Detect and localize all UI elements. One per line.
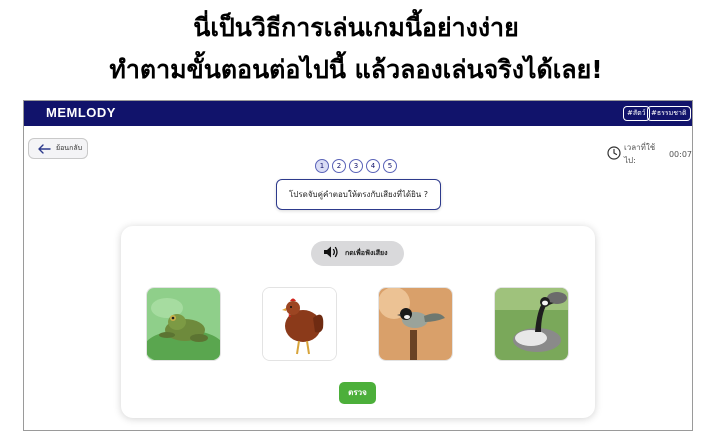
goose-image — [495, 288, 568, 360]
back-button-label: ย้อนกลับ — [56, 144, 83, 152]
question-box: โปรดจับคู่คำตอบให้ตรงกับเสียงที่ได้ยิน ? — [276, 179, 441, 210]
step-2: 2 — [332, 159, 346, 173]
timer-label: เวลาที่ใช้ไป: — [624, 143, 656, 165]
step-5: 5 — [383, 159, 397, 173]
headline-line-2: ทำตามขั้นตอนต่อไปนี้ แล้วลองเล่นจริงได้เ… — [109, 55, 603, 84]
game-card: กดเพื่อฟังเสียง ตรวจ — [121, 226, 595, 418]
listen-button[interactable]: กดเพื่อฟังเสียง — [311, 241, 404, 266]
step-3: 3 — [349, 159, 363, 173]
back-arrow-icon — [37, 139, 51, 158]
hen-image — [263, 288, 336, 360]
choice-bird[interactable] — [378, 287, 453, 361]
choice-goose[interactable] — [494, 287, 569, 361]
headline-line-1: นี่เป็นวิธีการเล่นเกมนี้อย่างง่าย — [193, 13, 519, 42]
app-screenshot: MEMLODY #สัตว์ #ธรรมชาติ ย้อนกลับ เวลาที… — [23, 100, 693, 431]
tag-animals[interactable]: #สัตว์ — [623, 106, 650, 121]
clock-icon — [607, 146, 621, 162]
listen-button-label: กดเพื่อฟังเสียง — [345, 249, 388, 257]
tag-nature[interactable]: #ธรรมชาติ — [647, 106, 691, 121]
step-4: 4 — [366, 159, 380, 173]
timer: เวลาที่ใช้ไป: 00:07 — [607, 141, 692, 167]
choice-frog[interactable] — [146, 287, 221, 361]
timer-value: 00:07 — [668, 149, 692, 159]
frog-image — [147, 288, 220, 360]
choice-hen[interactable] — [262, 287, 337, 361]
back-button[interactable]: ย้อนกลับ — [28, 138, 88, 159]
step-1: 1 — [315, 159, 329, 173]
top-navbar: MEMLODY #สัตว์ #ธรรมชาติ — [24, 101, 692, 126]
app-logo[interactable]: MEMLODY — [46, 105, 116, 120]
speaker-icon — [323, 244, 339, 263]
bird-image — [379, 288, 452, 360]
check-button[interactable]: ตรวจ — [339, 382, 376, 404]
step-indicator: 1 2 3 4 5 — [315, 159, 397, 173]
